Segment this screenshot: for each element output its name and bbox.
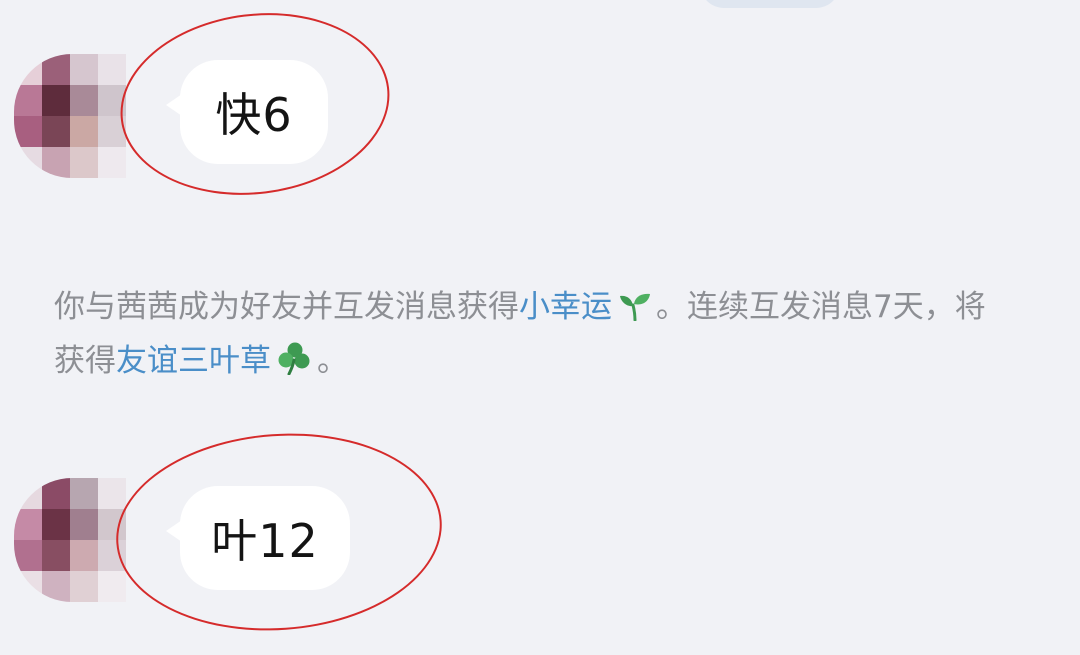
blurred-avatar-icon xyxy=(14,478,126,602)
message-text: 叶12 xyxy=(211,514,319,568)
message-text: 快6 xyxy=(215,88,293,142)
notice-text: 。 xyxy=(317,343,348,379)
notice-text: 你与茜茜成为好友并互发消息获得 xyxy=(54,289,519,325)
avatar[interactable] xyxy=(14,54,126,178)
reward-link-clover[interactable]: 友谊三叶草 xyxy=(116,343,271,379)
clover-icon xyxy=(277,340,313,390)
message-bubble[interactable]: 快6 xyxy=(166,60,328,164)
previous-message-bubble xyxy=(700,0,840,8)
system-notice: 你与茜茜成为好友并互发消息获得小幸运 。连续互发消息7天，将获得友谊三叶草。 xyxy=(54,282,994,390)
blurred-avatar-icon xyxy=(14,54,126,178)
message-bubble[interactable]: 叶12 xyxy=(166,486,350,590)
reward-link-little-luck[interactable]: 小幸运 xyxy=(519,289,612,325)
sprout-icon xyxy=(618,286,652,336)
avatar[interactable] xyxy=(14,478,126,602)
